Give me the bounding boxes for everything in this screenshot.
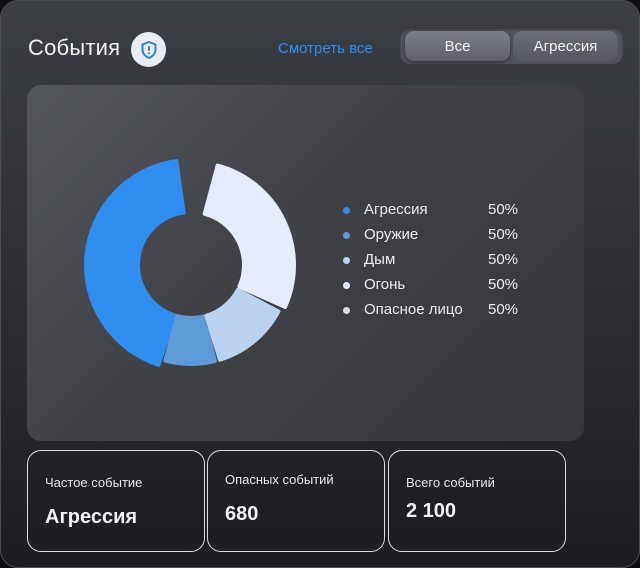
legend-item: Агрессия 50% xyxy=(343,201,543,226)
legend-value: 50% xyxy=(488,201,519,218)
events-panel: События Смотреть все Все Агрессия Агресс… xyxy=(0,0,640,568)
legend-value: 50% xyxy=(488,226,519,243)
chart-legend: Агрессия 50% Оружие 50% Дым 50% Огонь 50… xyxy=(343,201,543,326)
legend-dot xyxy=(343,307,350,314)
legend-label: Агрессия xyxy=(364,201,428,218)
legend-label: Огонь xyxy=(364,276,406,293)
stat-label: Частое событие xyxy=(45,475,143,490)
legend-item: Дым 50% xyxy=(343,251,543,276)
legend-label: Оружие xyxy=(364,226,419,243)
legend-dot xyxy=(343,257,350,264)
donut-slice-aggression xyxy=(84,159,186,367)
donut-chart xyxy=(84,159,296,367)
stat-value: 2 100 xyxy=(406,500,457,522)
legend-value: 50% xyxy=(488,301,519,318)
stat-value: Агрессия xyxy=(45,506,138,528)
donut-slice-fire xyxy=(202,163,296,309)
stat-label: Опасных событий xyxy=(225,472,334,487)
tab-all[interactable]: Все xyxy=(405,31,510,61)
legend-value: 50% xyxy=(488,251,519,268)
legend-dot xyxy=(343,282,350,289)
legend-value: 50% xyxy=(488,276,519,293)
stat-value: 680 xyxy=(225,503,259,525)
page-title: События xyxy=(28,35,121,60)
legend-label: Дым xyxy=(364,251,396,268)
legend-item: Огонь 50% xyxy=(343,276,543,301)
shield-alert-icon xyxy=(131,32,166,67)
stat-card-total-events: Всего событий 2 100 xyxy=(388,450,566,552)
tab-aggression[interactable]: Агрессия xyxy=(513,31,618,61)
stat-card-dangerous-events: Опасных событий 680 xyxy=(207,450,385,552)
view-all-link[interactable]: Смотреть все xyxy=(278,40,373,57)
stat-card-frequent-event: Частое событие Агрессия xyxy=(27,450,205,552)
filter-segmented-control: Все Агрессия xyxy=(400,28,623,64)
legend-dot xyxy=(343,207,350,214)
legend-label: Опасное лицо xyxy=(364,301,463,318)
legend-dot xyxy=(343,232,350,239)
legend-item: Опасное лицо 50% xyxy=(343,301,543,326)
stat-label: Всего событий xyxy=(406,475,495,490)
legend-item: Оружие 50% xyxy=(343,226,543,251)
chart-card: Агрессия 50% Оружие 50% Дым 50% Огонь 50… xyxy=(27,85,584,441)
